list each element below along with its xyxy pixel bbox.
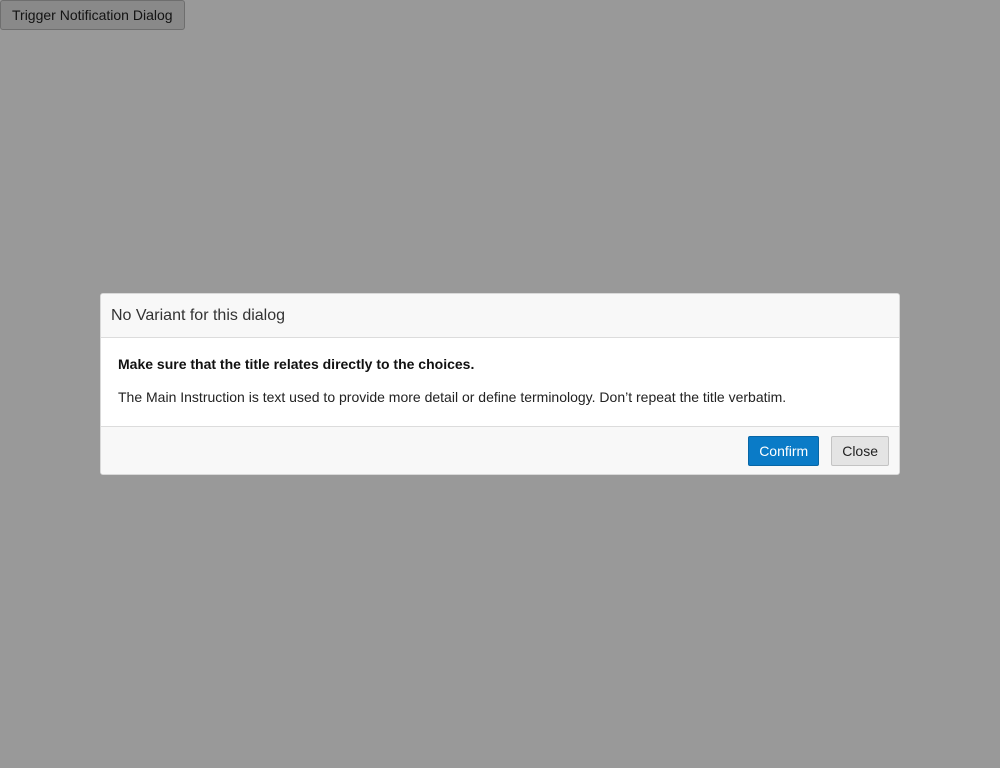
dialog-header: No Variant for this dialog [101,294,899,338]
confirm-button[interactable]: Confirm [748,436,820,466]
main-instruction: Make sure that the title relates directl… [118,356,475,372]
dialog-title: No Variant for this dialog [111,306,286,324]
dialog-body: Make sure that the title relates directl… [101,338,899,426]
notification-dialog: No Variant for this dialog Make sure tha… [100,293,900,475]
dialog-footer: Confirm Close [101,426,899,474]
dialog-description: The Main Instruction is text used to pro… [118,389,787,405]
close-button[interactable]: Close [831,436,889,466]
